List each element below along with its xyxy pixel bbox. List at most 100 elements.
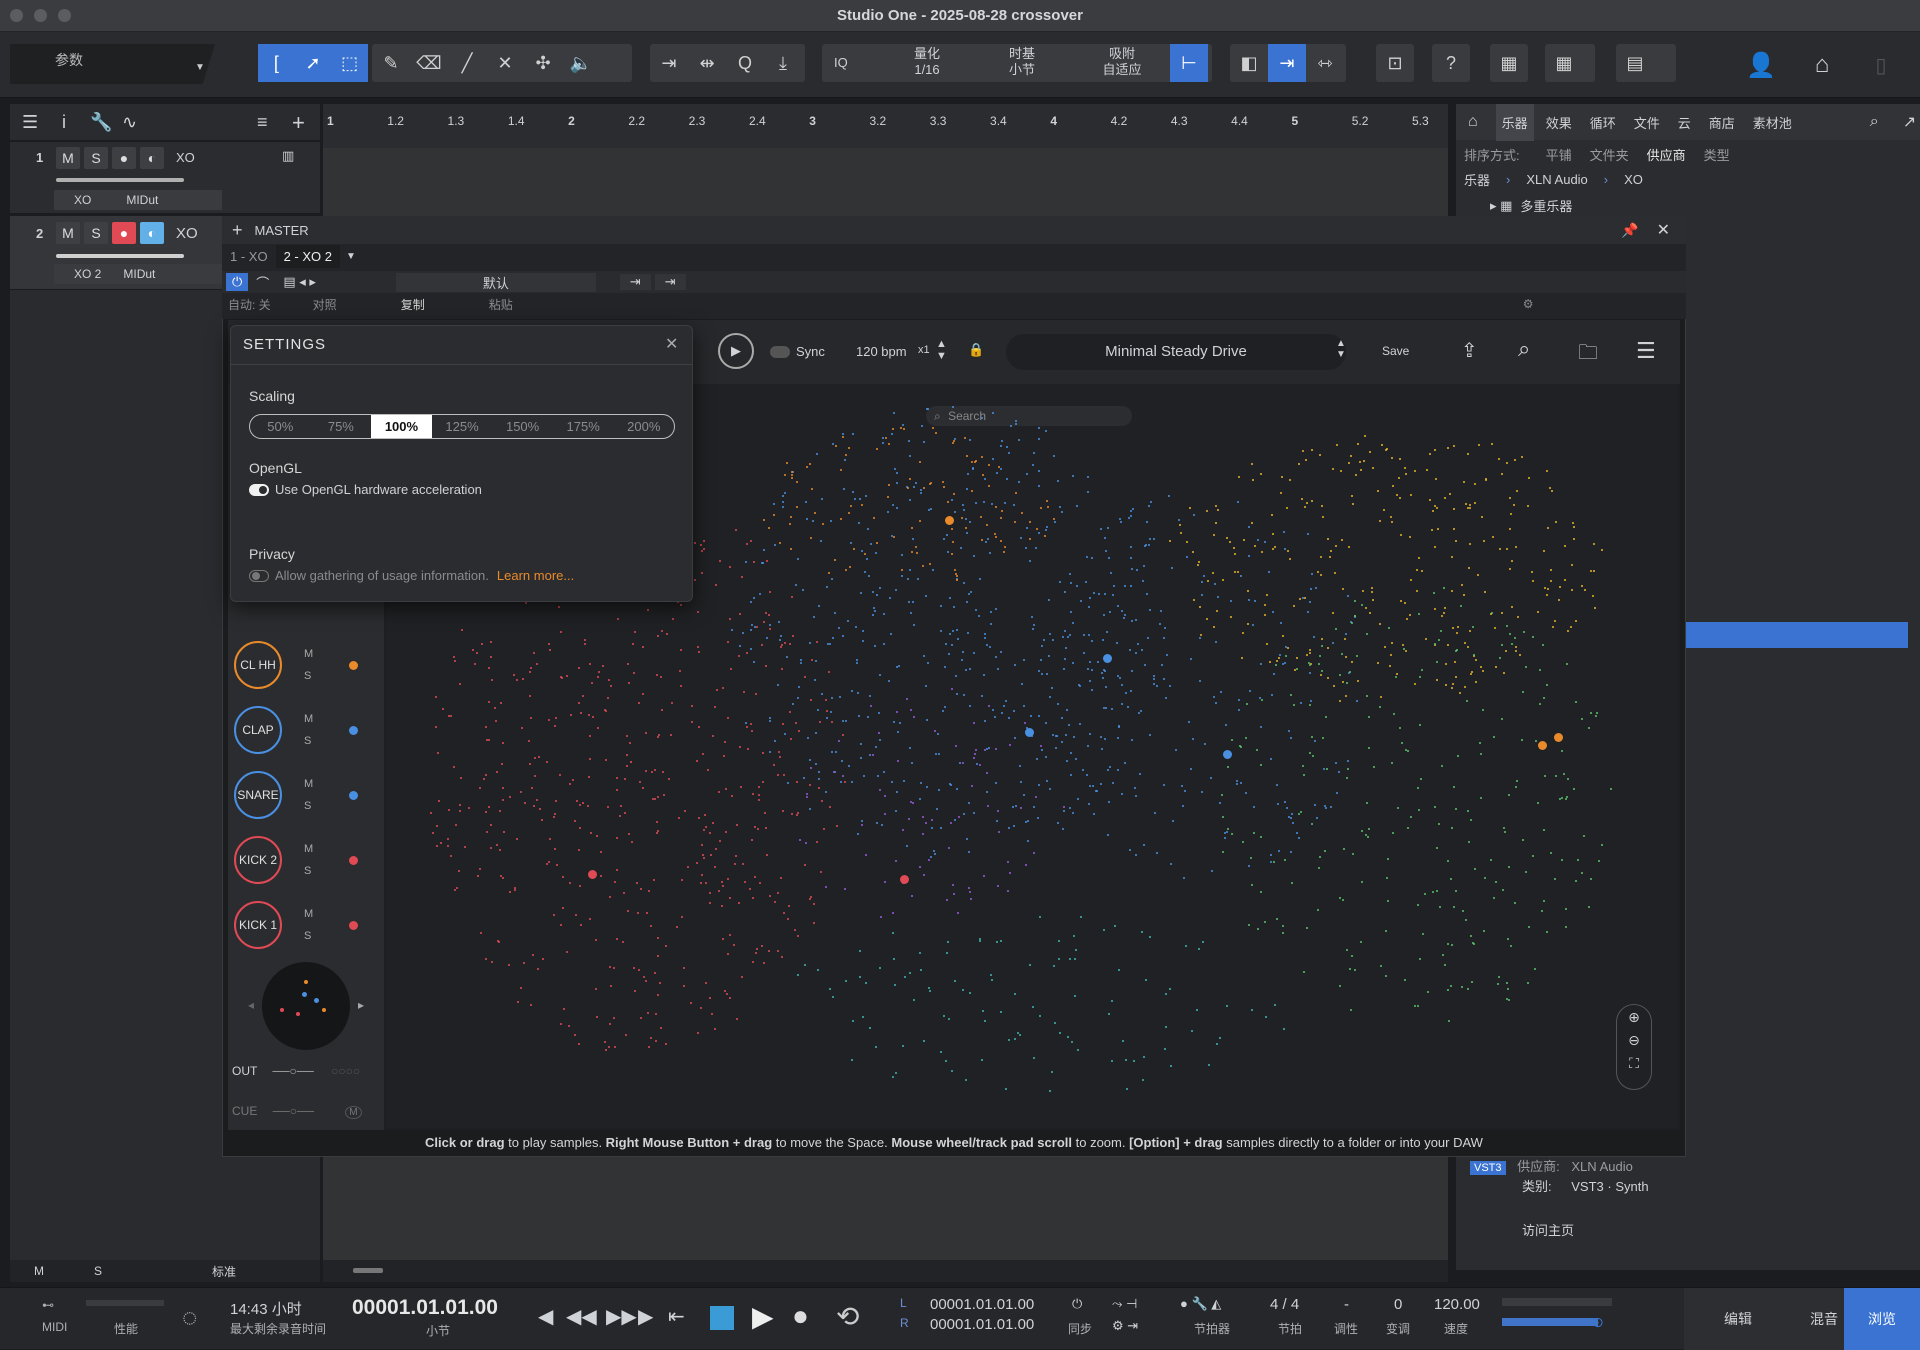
sample-dot[interactable] bbox=[553, 848, 556, 851]
sample-dot[interactable] bbox=[1361, 880, 1364, 883]
sample-dot[interactable] bbox=[896, 507, 899, 510]
sample-dot[interactable] bbox=[616, 868, 619, 871]
sample-dot[interactable] bbox=[1454, 889, 1457, 892]
sample-dot[interactable] bbox=[1392, 832, 1395, 835]
sample-dot[interactable] bbox=[1134, 787, 1137, 790]
sample-dot[interactable] bbox=[1099, 527, 1102, 530]
sample-dot[interactable] bbox=[1522, 691, 1525, 694]
sample-dot[interactable] bbox=[1047, 598, 1050, 601]
sample-dot[interactable] bbox=[986, 523, 988, 526]
sample-dot[interactable] bbox=[1077, 1049, 1080, 1052]
sample-dot[interactable] bbox=[1215, 609, 1218, 612]
sample-dot[interactable] bbox=[1317, 570, 1320, 573]
record-arm-button[interactable]: ● bbox=[112, 222, 136, 244]
sample-dot[interactable] bbox=[978, 578, 981, 581]
sample-dot[interactable] bbox=[1242, 631, 1245, 634]
sample-dot[interactable] bbox=[812, 615, 815, 618]
sample-dot[interactable] bbox=[1550, 490, 1553, 493]
folder-item[interactable]: ▸ ▦ 多重乐器 bbox=[1490, 196, 1572, 215]
sample-dot[interactable] bbox=[1570, 626, 1573, 629]
sample-dot[interactable] bbox=[679, 603, 682, 606]
loop-start[interactable]: 00001.01.01.00 bbox=[930, 1296, 1034, 1313]
sample-dot[interactable] bbox=[1351, 660, 1354, 663]
sample-dot[interactable] bbox=[730, 667, 733, 670]
sample-dot[interactable] bbox=[1413, 470, 1416, 472]
sample-dot[interactable] bbox=[1505, 649, 1508, 652]
sample-dot[interactable] bbox=[1032, 624, 1035, 627]
sample-dot[interactable] bbox=[942, 480, 945, 483]
sample-dot[interactable] bbox=[513, 886, 516, 889]
sample-dot[interactable] bbox=[1420, 669, 1423, 672]
sample-dot[interactable] bbox=[721, 686, 724, 689]
sample-dot[interactable] bbox=[860, 757, 863, 760]
sample-dot[interactable] bbox=[1315, 817, 1318, 819]
sample-dot[interactable] bbox=[1398, 497, 1401, 499]
sample-dot[interactable] bbox=[703, 814, 706, 817]
sample-dot[interactable] bbox=[435, 696, 438, 699]
sample-dot[interactable] bbox=[670, 734, 673, 737]
sample-dot[interactable] bbox=[545, 760, 548, 763]
sample-dot[interactable] bbox=[1379, 964, 1382, 967]
sample-dot[interactable] bbox=[1580, 584, 1583, 587]
sample-dot[interactable] bbox=[1021, 683, 1024, 686]
sample-dot[interactable] bbox=[1321, 736, 1324, 739]
sample-dot[interactable] bbox=[607, 696, 610, 699]
sample-dot[interactable] bbox=[661, 708, 664, 711]
sample-dot[interactable] bbox=[759, 882, 762, 885]
sample-dot[interactable] bbox=[1152, 677, 1155, 680]
sync-toggle[interactable] bbox=[770, 346, 790, 358]
sample-dot[interactable] bbox=[1314, 803, 1317, 806]
sample-dot[interactable] bbox=[922, 654, 925, 657]
sample-dot[interactable] bbox=[989, 974, 992, 977]
sample-dot[interactable] bbox=[1071, 661, 1074, 664]
sample-dot[interactable] bbox=[835, 825, 838, 828]
sample-dot[interactable] bbox=[1082, 652, 1085, 655]
sample-dot[interactable] bbox=[1197, 948, 1200, 951]
sample-dot[interactable] bbox=[553, 913, 556, 916]
sample-dot[interactable] bbox=[1089, 597, 1092, 600]
sample-dot[interactable] bbox=[1143, 844, 1146, 847]
sample-dot[interactable] bbox=[616, 788, 619, 791]
sample-dot[interactable] bbox=[621, 940, 624, 943]
sample-dot[interactable] bbox=[491, 678, 494, 681]
sample-dot[interactable] bbox=[1228, 540, 1231, 543]
footer-mode[interactable]: 标准 bbox=[212, 1263, 236, 1280]
sample-dot[interactable] bbox=[714, 705, 717, 708]
sample-dot[interactable] bbox=[1490, 611, 1493, 614]
sample-dot[interactable] bbox=[608, 678, 611, 681]
plugin-tab[interactable]: 2 - XO 2 bbox=[275, 244, 340, 268]
sample-dot[interactable] bbox=[1041, 645, 1044, 648]
sample-dot[interactable] bbox=[859, 497, 862, 500]
sample-dot[interactable] bbox=[1311, 573, 1314, 576]
sample-dot[interactable] bbox=[1198, 680, 1201, 683]
sample-dot[interactable] bbox=[842, 734, 845, 737]
sample-dot[interactable] bbox=[1441, 954, 1444, 957]
sample-dot[interactable] bbox=[1377, 490, 1380, 493]
drum-pad[interactable]: CLAP bbox=[234, 706, 282, 754]
sample-dot[interactable] bbox=[784, 474, 787, 477]
sample-dot[interactable] bbox=[802, 776, 805, 779]
home-icon[interactable]: ⌂ bbox=[1468, 113, 1478, 131]
sample-dot[interactable] bbox=[1376, 662, 1379, 665]
sample-dot[interactable] bbox=[1089, 785, 1092, 788]
sample-dot[interactable] bbox=[842, 487, 845, 490]
sample-dot[interactable] bbox=[1128, 848, 1131, 851]
sample-dot[interactable] bbox=[703, 828, 706, 831]
sample-dot[interactable] bbox=[1014, 992, 1017, 995]
sample-dot[interactable] bbox=[1056, 480, 1059, 483]
sample-dot[interactable] bbox=[1355, 699, 1358, 702]
sample-dot[interactable] bbox=[816, 452, 819, 455]
sample-dot[interactable] bbox=[453, 766, 456, 769]
sample-dot[interactable] bbox=[1122, 617, 1125, 620]
sample-dot[interactable] bbox=[1531, 571, 1534, 574]
sample-dot[interactable] bbox=[1141, 580, 1144, 583]
sample-dot[interactable] bbox=[513, 673, 516, 676]
sample-dot[interactable] bbox=[1582, 835, 1585, 838]
auto-label[interactable]: 自动: 关 bbox=[228, 296, 271, 313]
sample-dot[interactable] bbox=[953, 510, 956, 513]
sample-dot[interactable] bbox=[981, 473, 984, 476]
sample-dot[interactable] bbox=[781, 495, 784, 498]
sample-dot[interactable] bbox=[1036, 528, 1039, 531]
sample-dot[interactable] bbox=[646, 912, 649, 915]
sample-dot[interactable] bbox=[1000, 516, 1003, 519]
